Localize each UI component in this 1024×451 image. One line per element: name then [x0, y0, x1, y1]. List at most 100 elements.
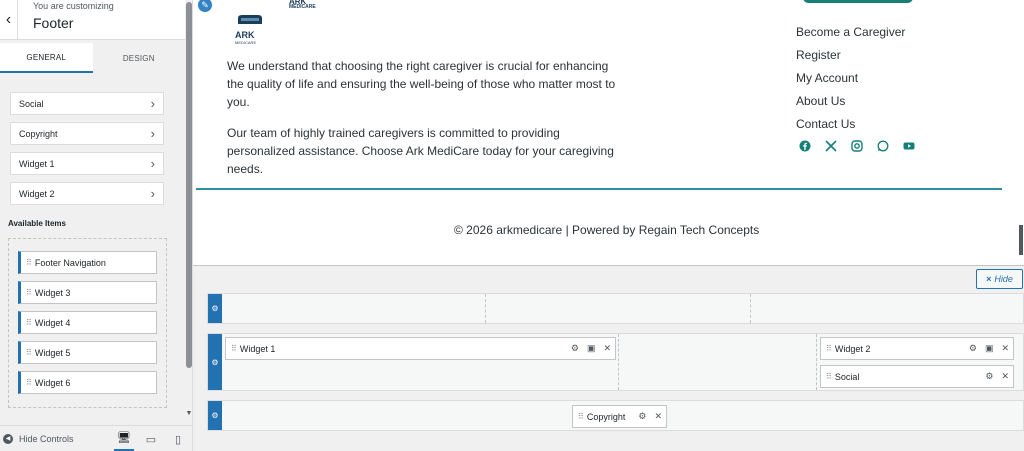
section-widget-1[interactable]: Widget 1 ›: [10, 152, 164, 175]
section-list: Social › Copyright › Widget 1 › Widget 2 ›: [10, 92, 164, 212]
copyright-text: © 2026 arkmedicare | Powered by Regain T…: [454, 223, 760, 237]
logo-mark-subtext: MEDICARE: [235, 40, 257, 45]
builder-widget-2[interactable]: ⠿ Widget 2 ⚙ ▣ ✕: [820, 337, 1014, 360]
tab-general[interactable]: GENERAL: [0, 43, 93, 73]
section-copyright[interactable]: Copyright ›: [10, 122, 164, 145]
nav-link-my-account[interactable]: My Account: [796, 69, 905, 92]
drag-handle-icon: ⠿: [26, 258, 32, 267]
close-icon[interactable]: ✕: [1001, 343, 1009, 354]
scrollbar-thumb[interactable]: [186, 2, 192, 368]
drag-handle-icon: ⠿: [578, 412, 584, 421]
row-settings-gear-icon[interactable]: ⚙: [208, 401, 222, 430]
section-widget-2[interactable]: Widget 2 ›: [10, 182, 164, 205]
sidebar-footer: ◀ Hide Controls 🖥 ▭ ▯: [0, 425, 192, 451]
social-icons: [799, 140, 929, 152]
youtube-icon[interactable]: [903, 140, 915, 152]
item-label: Footer Navigation: [34, 257, 106, 268]
available-item-widget-3[interactable]: ⠿ Widget 3: [18, 281, 157, 304]
gear-icon[interactable]: ⚙: [638, 411, 646, 422]
footer-paragraph: We understand that choosing the right ca…: [227, 59, 616, 109]
footer-divider: [196, 188, 1002, 190]
drag-handle-icon: ⠿: [26, 348, 32, 357]
footer-navigation: Become a Caregiver Register My Account A…: [796, 23, 905, 138]
nav-link-contact-us[interactable]: Contact Us: [796, 115, 905, 138]
close-icon[interactable]: ✕: [1001, 371, 1009, 382]
item-label: Widget 6: [34, 377, 71, 388]
close-icon: ×: [986, 274, 992, 284]
footer-paragraph: Our team of highly trained caregivers is…: [227, 126, 614, 176]
section-label: Widget 2: [19, 188, 55, 199]
preview-scrollbar[interactable]: [1019, 225, 1023, 255]
widget-label: Widget 1: [239, 343, 276, 354]
available-item-widget-4[interactable]: ⠿ Widget 4: [18, 311, 157, 334]
chevron-right-icon: ›: [150, 186, 155, 201]
builder-column[interactable]: [222, 294, 486, 323]
scroll-down-icon[interactable]: ▼: [185, 410, 192, 417]
item-label: Widget 5: [34, 347, 71, 358]
panel-title: Footer: [33, 15, 74, 31]
nav-link-become-caregiver[interactable]: Become a Caregiver: [796, 23, 905, 46]
widget-label: Widget 2: [834, 343, 871, 354]
section-label: Widget 1: [19, 158, 55, 169]
section-social[interactable]: Social ›: [10, 92, 164, 115]
sidebar-scrollbar[interactable]: ▼: [185, 0, 192, 420]
desktop-icon[interactable]: 🖥: [114, 426, 134, 451]
chevron-right-icon: ›: [150, 96, 155, 111]
cta-button[interactable]: [803, 0, 913, 3]
available-item-widget-5[interactable]: ⠿ Widget 5: [18, 341, 157, 364]
available-items-box: ⠿ Footer Navigation ⠿ Widget 3 ⠿ Widget 4 ⠿…: [8, 238, 167, 408]
builder-widget-1[interactable]: ⠿ Widget 1 ⚙ ▣ ✕: [225, 337, 616, 360]
builder-widget-social[interactable]: ⠿ Social ⚙ ✕: [820, 365, 1014, 388]
nav-link-about-us[interactable]: About Us: [796, 92, 905, 115]
item-label: Widget 4: [34, 317, 71, 328]
footer-logo: ARK MEDICARE: [235, 12, 265, 45]
drag-handle-icon: ⠿: [26, 378, 32, 387]
row-settings-gear-icon[interactable]: ⚙: [208, 294, 222, 323]
layout-icon[interactable]: ▣: [587, 343, 596, 354]
x-icon[interactable]: [825, 140, 837, 152]
item-label: Widget 3: [34, 287, 71, 298]
close-icon[interactable]: ✕: [603, 343, 611, 354]
builder-row-main: ⚙ ⠿ Widget 1 ⚙ ▣ ✕ ⠿ Widget 2 ⚙ ▣ ✕ ⠿ Social…: [207, 333, 1024, 391]
row-settings-gear-icon[interactable]: ⚙: [208, 334, 222, 390]
back-button[interactable]: ‹: [0, 0, 18, 40]
mobile-icon[interactable]: ▯: [168, 426, 188, 451]
builder-column[interactable]: [619, 334, 817, 390]
builder-row-bottom: ⚙ ⠿ Copyright ⚙ ✕: [207, 400, 1024, 431]
nav-link-register[interactable]: Register: [796, 46, 905, 69]
available-items-title: Available Items: [8, 219, 66, 228]
hide-label: Hide: [994, 274, 1013, 284]
edit-pencil-icon[interactable]: ✎: [196, 0, 214, 14]
tabs: GENERAL DESIGN: [0, 43, 185, 73]
footer-builder: × Hide ⚙ ⚙ ⠿ Widget 1 ⚙ ▣ ✕ ⠿ Widget 2 ⚙ ▣ ✕ …: [193, 265, 1024, 451]
widget-label: Copyright: [586, 411, 626, 422]
available-item-widget-6[interactable]: ⠿ Widget 6: [18, 371, 157, 394]
drag-handle-icon: ⠿: [26, 288, 32, 297]
chevron-right-icon: ›: [150, 126, 155, 141]
tab-design[interactable]: DESIGN: [93, 43, 186, 73]
collapse-icon: ◀: [3, 433, 13, 444]
instagram-icon[interactable]: [851, 140, 863, 152]
builder-column[interactable]: [486, 294, 751, 323]
chevron-right-icon: ›: [150, 156, 155, 171]
section-label: Social: [19, 98, 44, 109]
tablet-icon[interactable]: ▭: [141, 426, 161, 451]
section-label: Copyright: [19, 128, 58, 139]
gear-icon[interactable]: ⚙: [969, 343, 977, 354]
whatsapp-icon[interactable]: [877, 140, 889, 152]
sidebar-header: ‹ You are customizing Footer: [0, 0, 185, 40]
hide-controls-label: Hide Controls: [19, 433, 74, 444]
gear-icon[interactable]: ⚙: [571, 343, 579, 354]
device-switcher: 🖥 ▭ ▯: [114, 426, 192, 451]
builder-widget-copyright[interactable]: ⠿ Copyright ⚙ ✕: [572, 405, 667, 428]
builder-row-top: ⚙: [207, 293, 1024, 324]
gear-icon[interactable]: ⚙: [985, 371, 993, 382]
logo-mark-text: ARK: [235, 30, 255, 40]
close-icon[interactable]: ✕: [654, 411, 662, 422]
logo-icon: [238, 15, 262, 24]
available-item-footer-navigation[interactable]: ⠿ Footer Navigation: [18, 251, 157, 274]
facebook-icon[interactable]: [799, 140, 811, 152]
layout-icon[interactable]: ▣: [985, 343, 994, 354]
hide-controls-button[interactable]: ◀ Hide Controls: [3, 433, 74, 444]
hide-builder-button[interactable]: × Hide: [976, 269, 1023, 289]
